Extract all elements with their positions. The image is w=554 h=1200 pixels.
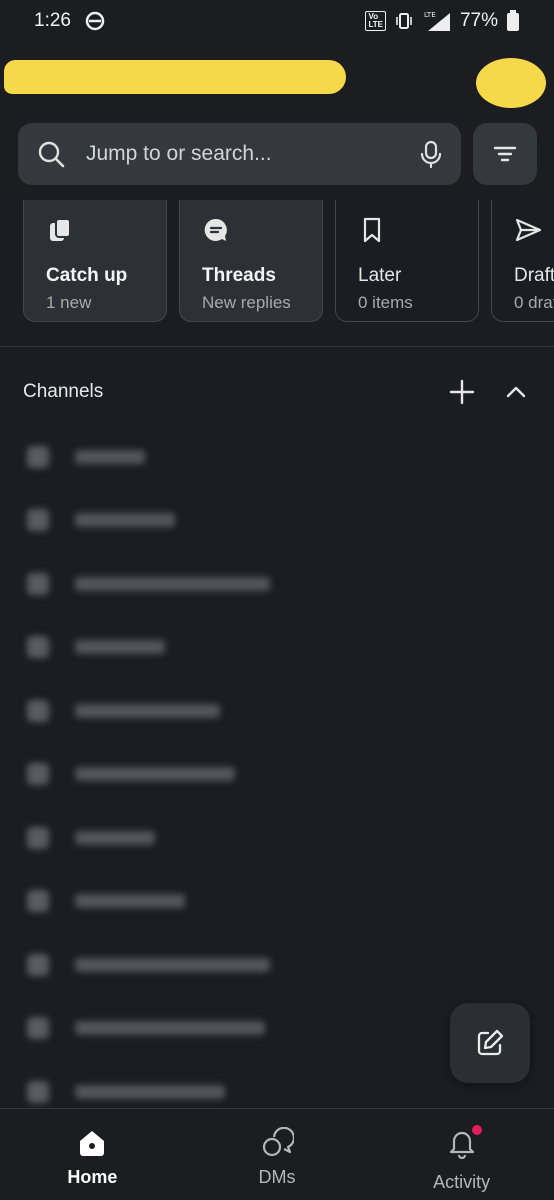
profile-avatar-redacted[interactable] <box>476 58 546 108</box>
card-subtitle: 0 drafts <box>514 293 554 312</box>
hash-icon <box>27 572 49 595</box>
card-later[interactable]: Later 0 items <box>335 200 479 322</box>
hash-icon <box>27 890 49 913</box>
card-subtitle: New replies <box>202 293 291 312</box>
card-title: Catch up <box>46 265 128 286</box>
notification-dot <box>471 1125 482 1135</box>
send-icon <box>515 218 542 242</box>
card-title: Drafts <box>514 265 554 286</box>
card-threads[interactable]: Threads New replies <box>179 200 323 322</box>
volte-icon: Vo LTE <box>365 11 386 31</box>
list-item[interactable] <box>23 933 473 997</box>
card-title: Threads <box>202 265 276 286</box>
list-item[interactable] <box>23 616 473 680</box>
search-icon <box>38 141 65 168</box>
signal-icon: LTE <box>422 10 452 32</box>
list-item[interactable] <box>23 679 473 743</box>
card-catch-up[interactable]: Catch up 1 new <box>23 200 167 322</box>
nav-dms[interactable]: DMs <box>185 1109 370 1200</box>
search-bar[interactable]: Jump to or search... <box>18 123 461 185</box>
list-item[interactable] <box>23 425 473 489</box>
chevron-up-icon <box>506 386 526 398</box>
status-left: 1:26 <box>34 10 105 32</box>
add-channel-button[interactable] <box>445 375 479 409</box>
plus-icon <box>449 379 475 405</box>
status-bar: 1:26 Vo LTE LTE 77% <box>0 0 554 42</box>
hash-icon <box>27 445 49 468</box>
home-icon <box>80 1131 105 1156</box>
compose-icon <box>477 1029 504 1056</box>
svg-text:LTE: LTE <box>424 11 436 19</box>
workspace-header <box>0 52 554 112</box>
card-subtitle: 0 items <box>358 293 413 312</box>
collapse-channels-button[interactable] <box>499 375 533 409</box>
vibrate-icon <box>394 11 414 31</box>
bookmark-icon <box>363 217 381 243</box>
app-notification-icon <box>85 11 105 31</box>
hash-icon <box>27 1080 49 1103</box>
list-item[interactable] <box>23 552 473 616</box>
nav-label: DMs <box>258 1167 296 1187</box>
compose-button[interactable] <box>450 1003 530 1083</box>
battery-percent: 77% <box>459 10 498 31</box>
list-item[interactable] <box>23 743 473 807</box>
nav-label: Home <box>67 1167 118 1187</box>
hash-icon <box>27 953 49 976</box>
nav-label: Activity <box>433 1172 491 1192</box>
bottom-nav: Home DMs Activity <box>0 1108 554 1200</box>
hash-icon <box>27 826 49 849</box>
status-right: Vo LTE LTE 77% <box>365 10 520 32</box>
filter-icon <box>493 146 517 162</box>
threads-icon <box>204 218 227 241</box>
filter-button[interactable] <box>473 123 537 185</box>
messages-icon <box>262 1127 294 1157</box>
status-time: 1:26 <box>34 10 71 31</box>
hash-icon <box>27 1017 49 1040</box>
list-item[interactable] <box>23 870 473 934</box>
hash-icon <box>27 699 49 722</box>
card-title: Later <box>358 265 402 286</box>
channel-list <box>23 425 473 1124</box>
channels-title: Channels <box>23 381 104 402</box>
list-item[interactable] <box>23 489 473 553</box>
channels-header[interactable]: Channels <box>23 375 533 409</box>
catch-up-icon <box>50 218 71 241</box>
section-divider <box>0 346 554 347</box>
battery-icon <box>506 10 520 32</box>
nav-home[interactable]: Home <box>0 1109 185 1200</box>
microphone-icon[interactable] <box>419 139 443 169</box>
card-subtitle: 1 new <box>46 293 92 312</box>
workspace-name-redacted[interactable] <box>4 60 346 94</box>
bell-wrapper <box>446 1125 482 1164</box>
shortcut-cards: Catch up 1 new Threads New replies Later… <box>23 200 554 324</box>
list-item[interactable] <box>23 997 473 1061</box>
search-input[interactable]: Jump to or search... <box>86 142 419 166</box>
nav-activity[interactable]: Activity <box>369 1109 554 1200</box>
list-item[interactable] <box>23 806 473 870</box>
hash-icon <box>27 509 49 532</box>
hash-icon <box>27 636 49 659</box>
hash-icon <box>27 763 49 786</box>
card-drafts[interactable]: Drafts 0 drafts <box>491 200 554 322</box>
